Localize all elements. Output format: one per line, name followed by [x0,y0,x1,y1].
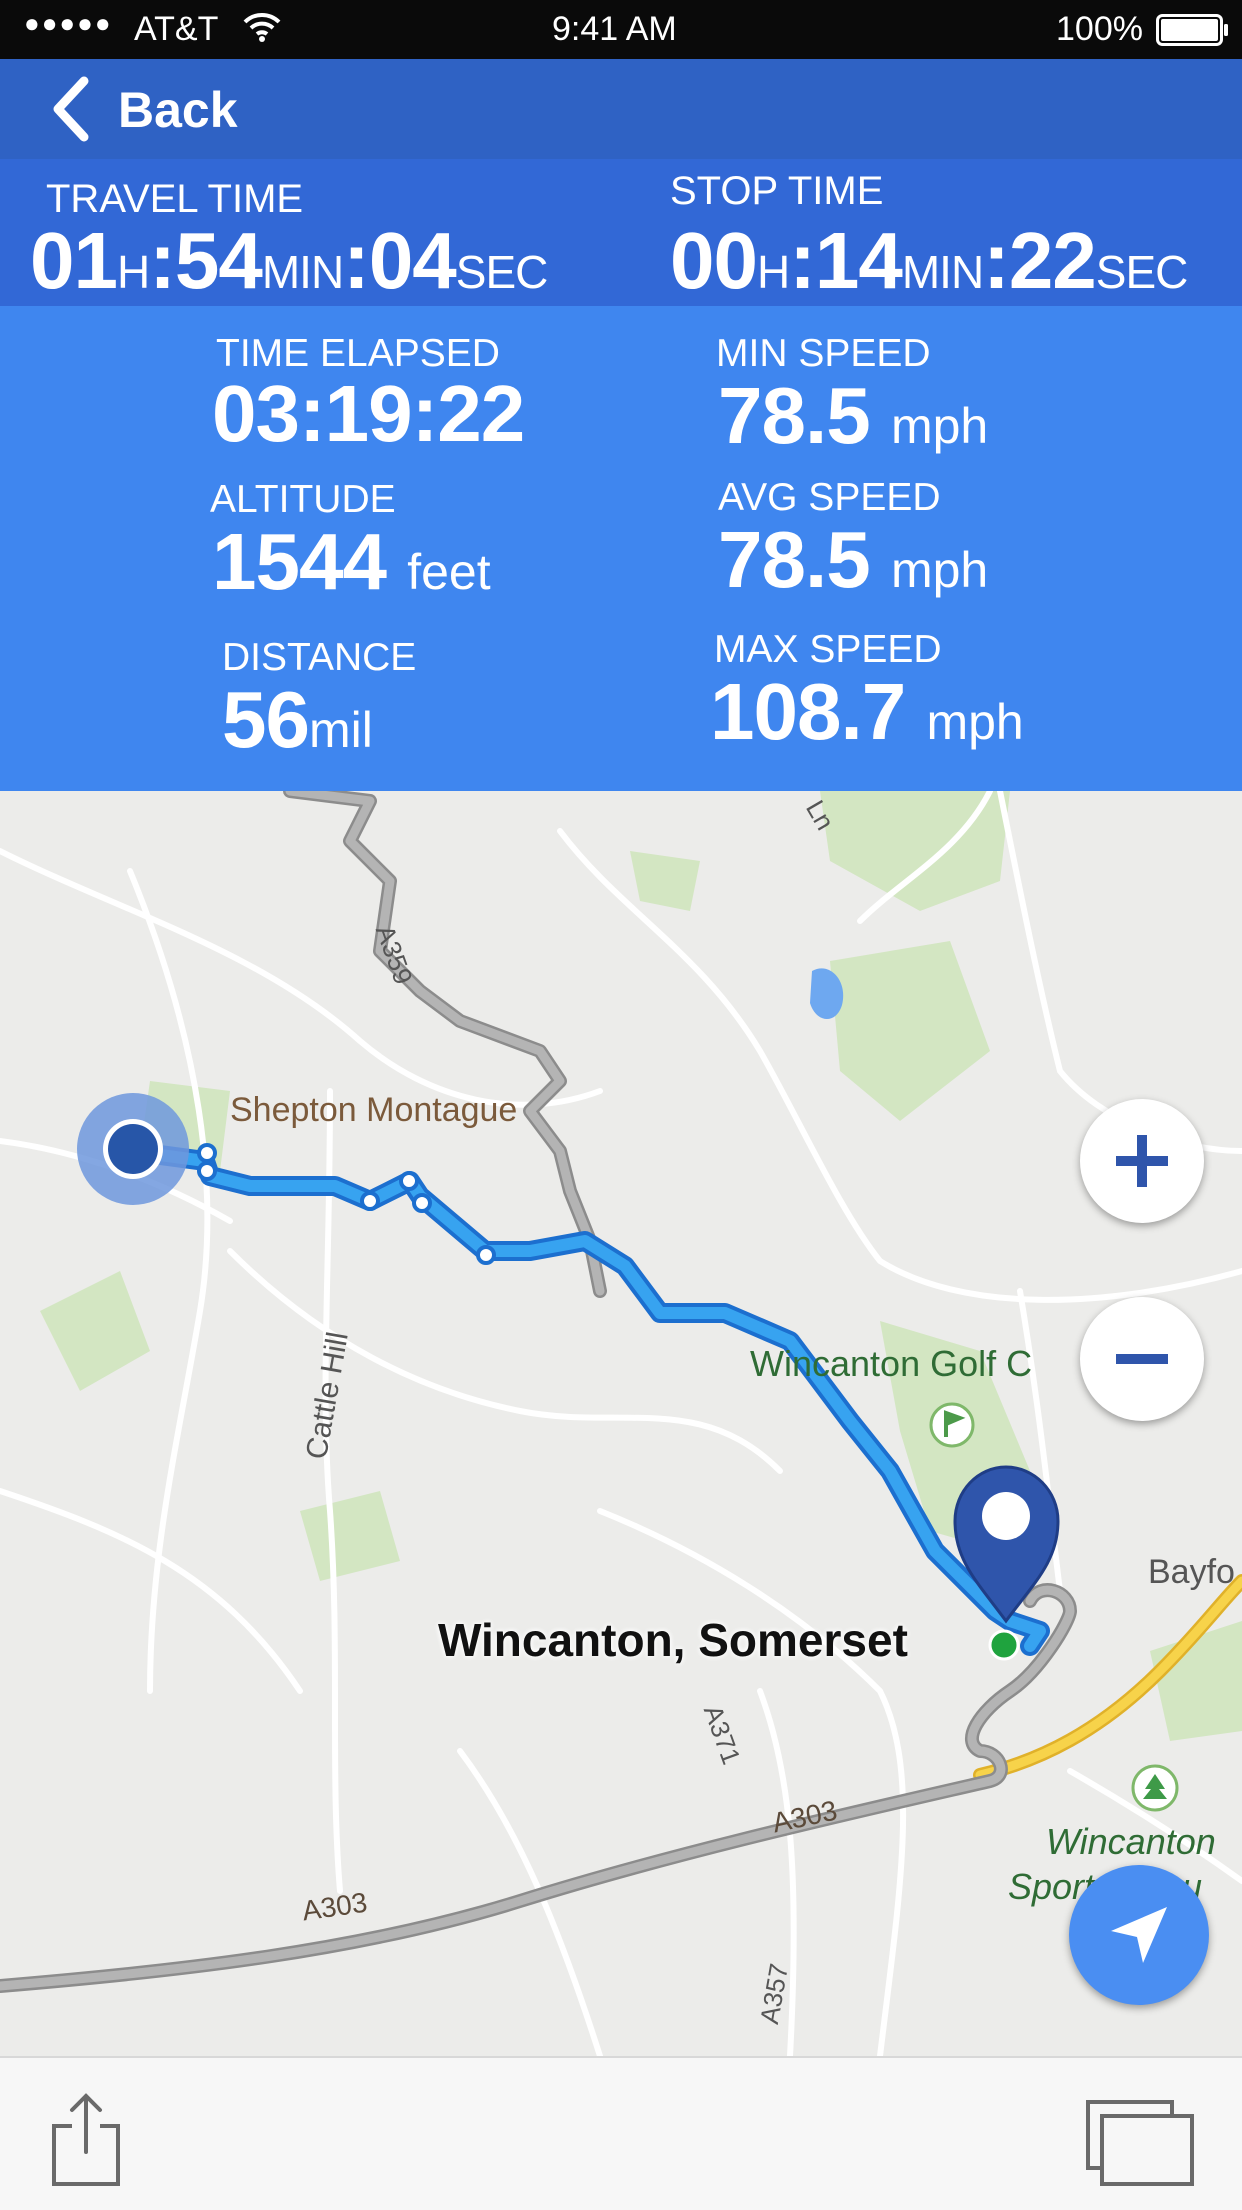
time-summary-band: TRAVEL TIME 01H:54MIN:04SEC STOP TIME 00… [0,159,1242,306]
distance-value: 56mil [222,675,373,764]
wifi-icon [243,12,281,42]
trip-stats-panel: TIME ELAPSED 03:19:22 ALTITUDE 1544 feet… [0,306,1242,791]
share-button[interactable] [40,2088,132,2188]
stop-time-value: 00H:14MIN:22SEC [670,216,1188,305]
zoom-in-button[interactable] [1080,1099,1204,1223]
battery-icon [1156,14,1228,46]
route-map[interactable]: Shepton Montague A359 Cattle Hill Wincan… [0,791,1242,2056]
min-speed-value: 78.5 mph [718,371,989,460]
travel-time-value: 01H:54MIN:04SEC [30,216,548,305]
plus-icon [1116,1135,1168,1187]
back-button[interactable]: Back [30,59,260,159]
route-waypoints [197,1143,496,1265]
max-speed-value: 108.7 mph [710,667,1024,756]
locate-button[interactable] [1069,1865,1209,2005]
map-label-destination: Wincanton, Somerset [438,1614,908,1666]
clock: 9:41 AM [552,10,677,48]
tree-icon [1131,1764,1179,1812]
status-bar: ●●●●● AT&T 9:41 AM 100% [0,0,1242,59]
windows-icon [1086,2100,1194,2186]
start-location-dot [108,1124,158,1174]
altitude-value: 1544 feet [212,517,491,606]
battery-percent: 100% [1056,10,1143,48]
destination-green-dot [988,1629,1020,1661]
navigation-bar: Back [0,59,1242,159]
back-label: Back [118,82,238,138]
map-label-golf: Wincanton Golf C [750,1343,1033,1384]
golf-icon [929,1402,975,1448]
share-icon [52,2093,120,2186]
map-label-sports-1: Wincanton [1046,1821,1216,1862]
signal-dots-icon: ●●●●● [24,8,113,38]
stop-time-label: STOP TIME [670,169,884,213]
navigation-arrow-icon [1111,1907,1167,1963]
map-label-bayford: Bayfo [1148,1553,1235,1591]
minus-icon [1116,1354,1168,1364]
time-elapsed-value: 03:19:22 [212,369,525,458]
windows-button[interactable] [1080,2098,1204,2188]
map-label-shepton: Shepton Montague [230,1091,518,1129]
zoom-out-button[interactable] [1080,1297,1204,1421]
carrier-name: AT&T [134,10,219,48]
bottom-toolbar [0,2056,1242,2210]
avg-speed-value: 78.5 mph [718,515,989,604]
chevron-left-icon [53,76,89,142]
